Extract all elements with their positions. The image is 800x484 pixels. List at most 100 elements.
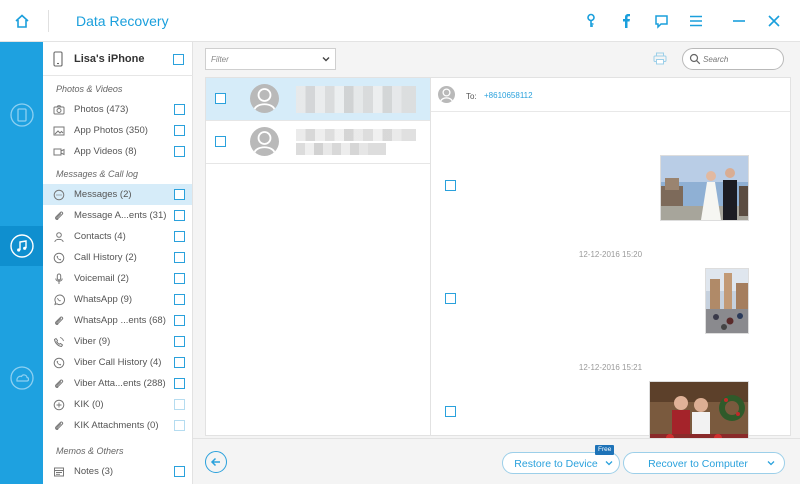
whatsapp-icon [54,294,65,306]
thread-item[interactable] [206,121,430,164]
key-button[interactable] [582,12,600,30]
category-whatsapp[interactable]: WhatsApp (9) [43,289,192,310]
thread-item[interactable] [206,78,430,121]
category-checkbox[interactable] [174,104,185,115]
phone-icon [53,252,65,264]
category-kik[interactable]: KIK (0) [43,394,192,415]
message-timestamp: 12-12-2016 15:20 [578,250,643,259]
filter-dropdown[interactable]: Filter [205,48,336,70]
message-checkbox[interactable] [445,180,456,191]
category-contacts[interactable]: Contacts (4) [43,226,192,247]
message-photo-wedding[interactable] [660,155,749,221]
category-notes[interactable]: Notes (3) [43,461,192,482]
close-icon [768,15,780,27]
device-row[interactable]: Lisa's iPhone [43,42,193,76]
category-call-history[interactable]: Call History (2) [43,247,192,268]
icloud-icon [9,366,34,390]
blurred-contact-name [296,129,416,141]
message-timestamp: 12-12-2016 15:21 [578,363,643,372]
message-detail: To: +8610658112 12-12-2016 15:20 12-12-2… [431,77,791,447]
image-icon [53,126,65,136]
thread-checkbox[interactable] [215,93,226,104]
category-photos[interactable]: Photos (473) [43,99,192,120]
device-recover-icon [9,103,34,127]
category-message-attachments[interactable]: Message A...ents (31) [43,205,192,226]
category-label: Messages (2) [74,189,132,200]
category-viber-attachments[interactable]: Viber Atta...ents (288) [43,373,192,394]
category-label: App Videos (8) [74,146,137,157]
search-box[interactable]: Search [682,48,784,70]
category-checkbox[interactable] [174,378,185,389]
category-checkbox[interactable] [174,273,185,284]
category-label: Viber (9) [74,336,111,347]
free-badge: Free [595,445,615,455]
category-checkbox[interactable] [174,466,185,477]
category-whatsapp-attachments[interactable]: WhatsApp ...ents (68) [43,310,192,331]
category-checkbox[interactable] [174,315,185,326]
category-checkbox[interactable] [174,294,185,305]
mode-rail [0,42,43,484]
category-checkbox[interactable] [174,125,185,136]
category-checkbox[interactable] [174,336,185,347]
facebook-button[interactable] [617,12,635,30]
category-checkbox[interactable] [174,231,185,242]
paperclip-icon [55,316,64,325]
printer-icon [653,52,667,65]
recover-to-computer-button[interactable]: Recover to Computer [623,452,785,474]
menu-button[interactable] [687,12,705,30]
feedback-button[interactable] [652,12,670,30]
print-button[interactable] [653,52,667,68]
minimize-icon [733,20,745,22]
category-viber[interactable]: Viber (9) [43,331,192,352]
device-name: Lisa's iPhone [74,53,145,65]
restore-to-device-button[interactable]: Restore to Device [502,452,620,474]
category-checkbox[interactable] [174,210,185,221]
category-checkbox[interactable] [174,189,185,200]
thread-checkbox[interactable] [215,136,226,147]
category-viber-call-history[interactable]: Viber Call History (4) [43,352,192,373]
category-checkbox[interactable] [174,357,185,368]
kik-icon [53,399,65,411]
recover-from-itunes-button[interactable] [0,226,43,266]
category-label: Message A...ents (31) [74,210,167,221]
category-messages[interactable]: Messages (2) [43,184,192,205]
home-button[interactable] [0,0,44,42]
person-icon [253,131,276,155]
recover-from-device-button[interactable] [0,95,43,135]
chevron-down-icon [767,461,775,466]
microphone-icon [55,273,63,284]
category-checkbox[interactable] [174,420,185,431]
message-checkbox[interactable] [445,293,456,304]
category-checkbox[interactable] [174,146,185,157]
category-panel: Lisa's iPhone Photos & Videos Photos (47… [43,42,193,484]
iphone-icon [53,51,63,67]
select-all-checkbox[interactable] [173,54,184,65]
chat-bubble-icon [654,14,668,29]
footer-bar: Restore to Device Free Recover to Comput… [193,438,800,484]
viber-icon [53,337,64,348]
category-kik-attachments[interactable]: KIK Attachments (0) [43,415,192,436]
search-icon [689,53,701,65]
category-checkbox[interactable] [174,252,185,263]
viber-icon [53,357,65,369]
paperclip-icon [55,211,64,220]
close-button[interactable] [765,12,783,30]
category-label: Viber Call History (4) [74,357,162,368]
back-button[interactable] [205,451,227,473]
contact-avatar [250,84,279,113]
category-app-videos[interactable]: App Videos (8) [43,141,192,162]
message-photo-square[interactable] [705,268,749,334]
recover-from-icloud-button[interactable] [0,358,43,398]
title-divider [48,10,49,32]
minimize-button[interactable] [730,12,748,30]
arrow-left-icon [210,457,220,467]
category-label: WhatsApp (9) [74,294,133,305]
facebook-icon [623,14,630,28]
category-voicemail[interactable]: Voicemail (2) [43,268,192,289]
category-label: Notes (3) [74,466,114,477]
category-checkbox[interactable] [174,399,185,410]
message-checkbox[interactable] [445,406,456,417]
category-label: WhatsApp ...ents (68) [74,315,166,326]
message-thread-list [205,77,431,436]
category-app-photos[interactable]: App Photos (350) [43,120,192,141]
